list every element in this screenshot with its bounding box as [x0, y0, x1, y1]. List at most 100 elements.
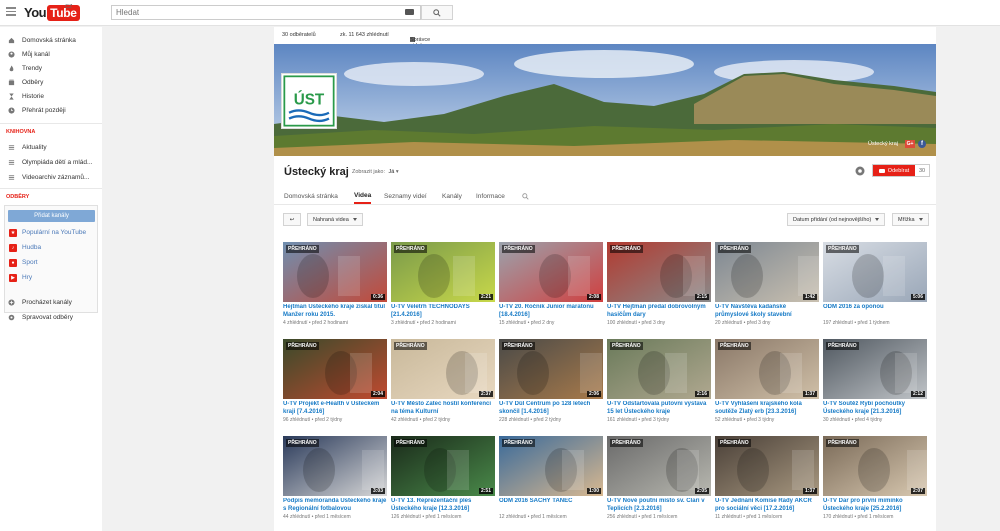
video-title[interactable]: Podpis memoranda Ústeckého kraje s Regio… — [283, 498, 387, 513]
video-title[interactable]: U-TV Soutěž Rybí pochoutky Ústeckého kra… — [823, 401, 927, 416]
banner-website-link[interactable]: Ústecký kraj — [868, 141, 898, 147]
video-title[interactable]: U-TV Vyhlášení krajského kola soutěže Zl… — [715, 401, 819, 416]
video-card[interactable]: PŘEHRÁNO 0:36 Hejtman Ústeckého kraje získ… — [283, 242, 387, 326]
video-thumbnail[interactable]: PŘEHRÁNO 2:15 — [607, 242, 711, 302]
video-title[interactable]: U-TV 20. Ročník Junior maratonu [18.4.20… — [499, 304, 603, 319]
video-title[interactable]: U-TV Hejtman předal dobrovolným hasičům … — [607, 304, 711, 319]
video-thumbnail[interactable]: PŘEHRÁNO 0:36 — [283, 242, 387, 302]
tab-playlists[interactable]: Seznamy videí — [384, 189, 427, 204]
sidebar-item-playlist[interactable]: Videoarchiv záznamů... — [0, 170, 102, 184]
video-card[interactable]: PŘEHRÁNO 2:16 U-TV Odstartovala putovní vý… — [607, 339, 711, 423]
tab-channels[interactable]: Kanály — [442, 189, 462, 204]
back-button[interactable]: ↩ — [283, 213, 301, 226]
sidebar-item-home[interactable]: Domovská stránka — [0, 33, 102, 47]
video-thumbnail[interactable]: PŘEHRÁNO 1:37 — [715, 339, 819, 399]
video-thumbnail[interactable]: PŘEHRÁNO 2:12 — [823, 339, 927, 399]
video-title[interactable]: U-TV Veletrh TECHNODAYS [21.4.2016] — [391, 304, 495, 319]
video-card[interactable]: PŘEHRÁNO 2:21 U-TV Veletrh TECHNODAYS [21.… — [391, 242, 495, 326]
sidebar-item-trending[interactable]: Trendy — [0, 61, 102, 75]
video-duration: 3:03 — [370, 488, 385, 494]
dropdown-label: Datum přidání (od nejnovějšího) — [793, 216, 872, 223]
sidebar-item-playlist[interactable]: Aktuality — [0, 140, 102, 154]
category-popular[interactable]: ★ Populární na YouTube — [9, 226, 86, 239]
video-thumbnail[interactable]: PŘEHRÁNO 1:37 — [715, 436, 819, 496]
video-card[interactable]: PŘEHRÁNO 2:37 U-TV Město Žatec hostil konf… — [391, 339, 495, 423]
youtube-logo[interactable]: You Tube CZ — [24, 4, 80, 21]
video-card[interactable]: PŘEHRÁNO 2:08 U-TV 20. Ročník Junior marat… — [499, 242, 603, 326]
menu-icon[interactable] — [6, 7, 16, 17]
channel-title[interactable]: Ústecký kraj — [284, 166, 349, 178]
uploaded-videos-dropdown[interactable]: Nahraná videa — [307, 213, 363, 226]
view-as-selector[interactable]: Zobrazit jako: Já ▾ — [352, 169, 399, 175]
video-card[interactable]: PŘEHRÁNO 2:05 U-TV Nové poutní místo sv. C… — [607, 436, 711, 520]
video-thumbnail[interactable]: PŘEHRÁNO 2:16 — [607, 339, 711, 399]
video-thumbnail[interactable]: PŘEHRÁNO 2:51 — [391, 436, 495, 496]
category-music[interactable]: ♪ Hudba — [9, 241, 41, 254]
subscribe-action[interactable]: Odebírat — [873, 165, 915, 176]
grid-view-dropdown[interactable]: Mřížka — [892, 213, 929, 226]
subscribers-stat[interactable]: 30 odběratelů — [282, 32, 316, 38]
video-meta: 256 zhlédnutí • před 1 měsícem — [607, 514, 678, 520]
video-title[interactable]: U-TV Dar pro první miminko Ústeckého kra… — [823, 498, 927, 513]
sidebar-item-browse-channels[interactable]: Procházet kanály — [0, 295, 102, 309]
video-card[interactable]: PŘEHRÁNO 2:04 U-TV Projekt e-Health v Úste… — [283, 339, 387, 423]
video-thumbnail[interactable]: PŘEHRÁNO 5:06 — [823, 242, 927, 302]
sidebar-item-watch-later[interactable]: Přehrát později — [0, 103, 102, 117]
video-card[interactable]: PŘEHRÁNO 1:37 U-TV Vyhlášení krajského kol… — [715, 339, 819, 423]
tab-home[interactable]: Domovská stránka — [284, 189, 338, 204]
video-thumbnail[interactable]: PŘEHRÁNO 1:42 — [715, 242, 819, 302]
video-title[interactable]: U-TV Město Žatec hostil konferenci na té… — [391, 401, 495, 416]
video-title[interactable]: U-TV Odstartovala putovní výstava 15 let… — [607, 401, 711, 416]
video-title[interactable]: U-TV 13. Reprezentační ples Ústeckého kr… — [391, 498, 495, 513]
video-thumbnail[interactable]: PŘEHRÁNO 2:06 — [499, 339, 603, 399]
subscribe-label: Odebírat — [887, 167, 910, 174]
video-card[interactable]: PŘEHRÁNO 2:06 U-TV Důl Centrum po 128 lete… — [499, 339, 603, 423]
video-thumbnail[interactable]: PŘEHRÁNO 3:03 — [283, 436, 387, 496]
sidebar-item-playlist[interactable]: Olympiáda dětí a mlád... — [0, 155, 102, 169]
video-card[interactable]: PŘEHRÁNO 2:12 U-TV Soutěž Rybí pochoutky Ú… — [823, 339, 927, 423]
tab-about[interactable]: Informace — [476, 189, 505, 204]
search-input[interactable] — [112, 6, 392, 19]
video-thumbnail[interactable]: PŘEHRÁNO 2:05 — [607, 436, 711, 496]
video-thumbnail[interactable]: PŘEHRÁNO 2:07 — [823, 436, 927, 496]
tab-search[interactable] — [522, 189, 529, 204]
video-title[interactable]: Hejtman Ústeckého kraje získal titul Man… — [283, 304, 387, 319]
category-games[interactable]: ▶ Hry — [9, 271, 32, 284]
video-title[interactable]: ODM 2016 ŠACHY TANEC — [499, 498, 603, 513]
video-title[interactable]: ODM 2016 za oponou — [823, 304, 927, 319]
video-card[interactable]: PŘEHRÁNO 1:00 ODM 2016 ŠACHY TANEC 12 zhléd… — [499, 436, 603, 520]
video-title[interactable]: U-TV Jednání Komise Rady AKCR pro sociál… — [715, 498, 819, 513]
video-title[interactable]: U-TV Nové poutní místo sv. Clari v Tepli… — [607, 498, 711, 513]
facebook-icon[interactable]: f — [918, 140, 926, 148]
video-card[interactable]: PŘEHRÁNO 1:42 U-TV Návštěva kadaňské průmy… — [715, 242, 819, 326]
video-thumbnail[interactable]: PŘEHRÁNO 2:08 — [499, 242, 603, 302]
video-meta: 42 zhlédnutí • před 2 týdny — [391, 417, 451, 423]
video-thumbnail[interactable]: PŘEHRÁNO 1:00 — [499, 436, 603, 496]
keyboard-icon[interactable] — [405, 9, 414, 15]
video-card[interactable]: PŘEHRÁNO 5:06 ODM 2016 za oponou 197 zhlédn… — [823, 242, 927, 326]
video-card[interactable]: PŘEHRÁNO 2:15 U-TV Hejtman předal dobrovol… — [607, 242, 711, 326]
sort-dropdown[interactable]: Datum přidání (od nejnovějšího) — [787, 213, 886, 226]
video-card[interactable]: PŘEHRÁNO 3:03 Podpis memoranda Ústeckého k… — [283, 436, 387, 520]
channel-avatar[interactable]: ÚST — [281, 73, 337, 129]
sidebar-item-history[interactable]: Historie — [0, 89, 102, 103]
category-sport[interactable]: ● Sport — [9, 256, 38, 269]
channel-settings-button[interactable] — [854, 165, 866, 177]
google-plus-icon[interactable]: G+ — [905, 140, 915, 148]
video-card[interactable]: PŘEHRÁNO 2:07 U-TV Dar pro první miminko Ú… — [823, 436, 927, 520]
video-card[interactable]: PŘEHRÁNO 2:51 U-TV 13. Reprezentační ples … — [391, 436, 495, 520]
tab-videos[interactable]: Videa — [354, 189, 372, 204]
video-thumbnail[interactable]: PŘEHRÁNO 2:37 — [391, 339, 495, 399]
sidebar-item-manage-subscriptions[interactable]: Spravovat odběry — [0, 310, 102, 324]
video-title[interactable]: U-TV Projekt e-Health v Ústeckém kraji [… — [283, 401, 387, 416]
sidebar-item-subscriptions[interactable]: Odběry — [0, 75, 102, 89]
video-title[interactable]: U-TV Důl Centrum po 128 letech skončil [… — [499, 401, 603, 416]
search-button[interactable] — [421, 5, 453, 20]
video-thumbnail[interactable]: PŘEHRÁNO 2:04 — [283, 339, 387, 399]
subscribe-button[interactable]: Odebírat 30 — [872, 164, 930, 177]
video-card[interactable]: PŘEHRÁNO 1:37 U-TV Jednání Komise Rady AKC… — [715, 436, 819, 520]
add-channels-button[interactable]: Přidat kanály — [8, 210, 95, 222]
sidebar-item-my-channel[interactable]: Můj kanál — [0, 47, 102, 61]
video-thumbnail[interactable]: PŘEHRÁNO 2:21 — [391, 242, 495, 302]
video-title[interactable]: U-TV Návštěva kadaňské průmyslové školy … — [715, 304, 819, 319]
